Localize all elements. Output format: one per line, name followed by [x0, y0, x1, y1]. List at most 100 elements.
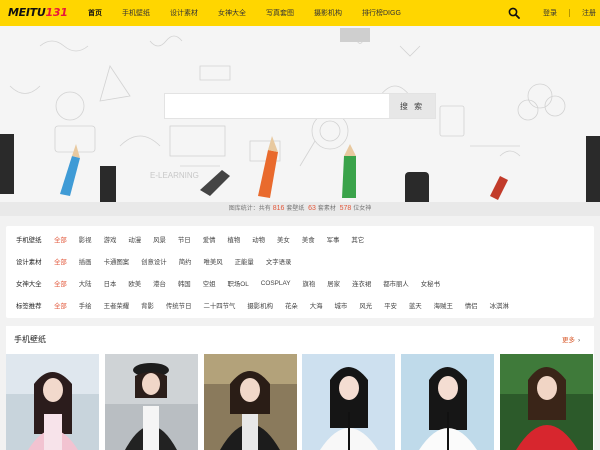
- nav-photo-agency[interactable]: 摄影机构: [314, 8, 342, 18]
- category-item[interactable]: 职场OL: [227, 279, 248, 288]
- thumbnail-grid: [6, 354, 594, 450]
- category-item[interactable]: 二十四节气: [203, 301, 235, 310]
- category-item[interactable]: 港台: [153, 279, 166, 288]
- category-item[interactable]: 风景: [153, 235, 166, 244]
- nav-goddess[interactable]: 女神大全: [218, 8, 246, 18]
- category-item[interactable]: 风光: [359, 301, 372, 310]
- category-item[interactable]: 手绘: [79, 301, 92, 310]
- phone-wallpaper-section: 手机壁纸 更多 ›: [6, 326, 594, 450]
- category-item[interactable]: 全部: [54, 279, 67, 288]
- thumbnail-image: [500, 354, 593, 450]
- category-title: 手机壁纸: [16, 236, 42, 244]
- category-item[interactable]: 传统节日: [166, 301, 192, 310]
- category-item[interactable]: 都市丽人: [383, 279, 409, 288]
- wallpaper-thumbnail[interactable]: [6, 354, 99, 450]
- category-item[interactable]: 唯美风: [203, 257, 222, 266]
- nav-home[interactable]: 首页: [88, 8, 102, 18]
- search-button[interactable]: 搜 索: [389, 94, 435, 118]
- wallpaper-thumbnail[interactable]: [302, 354, 395, 450]
- category-row-phone: 手机壁纸 全部 影视 游戏 动漫 风景 节日 爱情 植物 动物 美女 美食 军事…: [16, 233, 376, 245]
- people-count: 578: [339, 205, 352, 212]
- wallpaper-thumbnail[interactable]: [500, 354, 593, 450]
- category-item[interactable]: 插画: [79, 257, 92, 266]
- thumbnail-image: [105, 354, 198, 450]
- thumbnail-image: [302, 354, 395, 450]
- wallpaper-thumbnail[interactable]: [204, 354, 297, 450]
- wallpaper-thumbnail[interactable]: [401, 354, 494, 450]
- category-item[interactable]: 连衣裙: [352, 279, 371, 288]
- thumbnail-image: [401, 354, 494, 450]
- category-item[interactable]: 城市: [335, 301, 348, 310]
- section-header: 手机壁纸 更多 ›: [6, 326, 594, 350]
- material-label: 套素材: [317, 206, 336, 212]
- category-item[interactable]: 全部: [54, 235, 67, 244]
- category-item[interactable]: 卡通图案: [104, 257, 130, 266]
- category-item[interactable]: 爱情: [203, 235, 216, 244]
- register-link[interactable]: 注册: [582, 8, 596, 18]
- category-item[interactable]: 平安: [384, 301, 397, 310]
- material-count: 63: [308, 205, 316, 212]
- category-item[interactable]: 花朵: [285, 301, 298, 310]
- category-item[interactable]: 王者荣耀: [104, 301, 130, 310]
- chevron-right-icon: ›: [578, 337, 581, 344]
- category-item[interactable]: 情侣: [465, 301, 478, 310]
- category-item[interactable]: 摄影机构: [247, 301, 273, 310]
- category-item[interactable]: 动物: [252, 235, 265, 244]
- category-item[interactable]: 简约: [179, 257, 192, 266]
- category-item[interactable]: 节日: [178, 235, 191, 244]
- category-item[interactable]: 冰淇淋: [490, 301, 509, 310]
- login-link[interactable]: 登录: [543, 8, 557, 18]
- thumbnail-image: [204, 354, 297, 450]
- nav-design-material[interactable]: 设计素材: [170, 8, 198, 18]
- category-item[interactable]: 正能量: [235, 257, 254, 266]
- category-item[interactable]: 背影: [141, 301, 154, 310]
- category-item[interactable]: 海贼王: [434, 301, 453, 310]
- category-item[interactable]: 日本: [104, 279, 117, 288]
- category-title: 女神大全: [16, 280, 42, 288]
- nav-ranking[interactable]: 排行榜DIGG: [362, 8, 401, 18]
- category-row-goddess: 女神大全 全部 大陆 日本 欧美 港台 韩国 空姐 职场OL COSPLAY 旗…: [16, 277, 452, 289]
- library-stats: 图库统计：共有 816 套壁纸 63 套素材 578 位女神: [0, 202, 600, 216]
- people-label: 位女神: [353, 206, 372, 212]
- wallpaper-thumbnail[interactable]: [105, 354, 198, 450]
- category-item[interactable]: 美食: [302, 235, 315, 244]
- category-item[interactable]: 美女: [277, 235, 290, 244]
- category-item[interactable]: 影视: [79, 235, 92, 244]
- more-link[interactable]: 更多 ›: [562, 334, 580, 344]
- category-item[interactable]: 女秘书: [421, 279, 440, 288]
- category-row-tags: 标签推荐 全部 手绘 王者荣耀 背影 传统节日 二十四节气 摄影机构 花朵 大海…: [16, 299, 521, 311]
- category-item[interactable]: 文字语录: [266, 257, 292, 266]
- category-filter-panel: 手机壁纸 全部 影视 游戏 动漫 风景 节日 爱情 植物 动物 美女 美食 军事…: [6, 226, 594, 318]
- category-item[interactable]: 其它: [351, 235, 364, 244]
- search-icon[interactable]: [508, 7, 520, 19]
- category-item[interactable]: COSPLAY: [261, 280, 291, 287]
- category-item[interactable]: 全部: [54, 301, 67, 310]
- search-input[interactable]: [165, 94, 389, 118]
- category-item[interactable]: 游戏: [104, 235, 117, 244]
- top-navigation-bar: MEITU131 首页 手机壁纸 设计素材 女神大全 写真套图 摄影机构 排行榜…: [0, 0, 600, 26]
- svg-text:E-LEARNING: E-LEARNING: [150, 171, 199, 180]
- stats-prefix: 图库统计：共有: [228, 206, 271, 212]
- category-item[interactable]: 蓝天: [409, 301, 422, 310]
- category-item[interactable]: 创意设计: [141, 257, 167, 266]
- thumbnail-image: [6, 354, 99, 450]
- category-title: 设计素材: [16, 258, 42, 266]
- category-item[interactable]: 军事: [327, 235, 340, 244]
- category-item[interactable]: 空姐: [203, 279, 216, 288]
- category-item[interactable]: 韩国: [178, 279, 191, 288]
- category-item[interactable]: 植物: [227, 235, 240, 244]
- category-item[interactable]: 大陆: [79, 279, 92, 288]
- category-item[interactable]: 大海: [310, 301, 323, 310]
- nav-photo-sets[interactable]: 写真套图: [266, 8, 294, 18]
- sets-count: 816: [272, 205, 285, 212]
- category-item[interactable]: 旗袍: [303, 279, 316, 288]
- search-bar: 搜 索: [164, 93, 436, 119]
- category-item[interactable]: 全部: [54, 257, 67, 266]
- category-row-design: 设计素材 全部 插画 卡通图案 创意设计 简约 唯美风 正能量 文字语录: [16, 255, 303, 267]
- site-logo[interactable]: MEITU131: [8, 6, 68, 19]
- more-label: 更多: [562, 337, 575, 344]
- category-item[interactable]: 欧美: [128, 279, 141, 288]
- category-item[interactable]: 居家: [327, 279, 340, 288]
- nav-phone-wallpaper[interactable]: 手机壁纸: [122, 8, 150, 18]
- category-item[interactable]: 动漫: [128, 235, 141, 244]
